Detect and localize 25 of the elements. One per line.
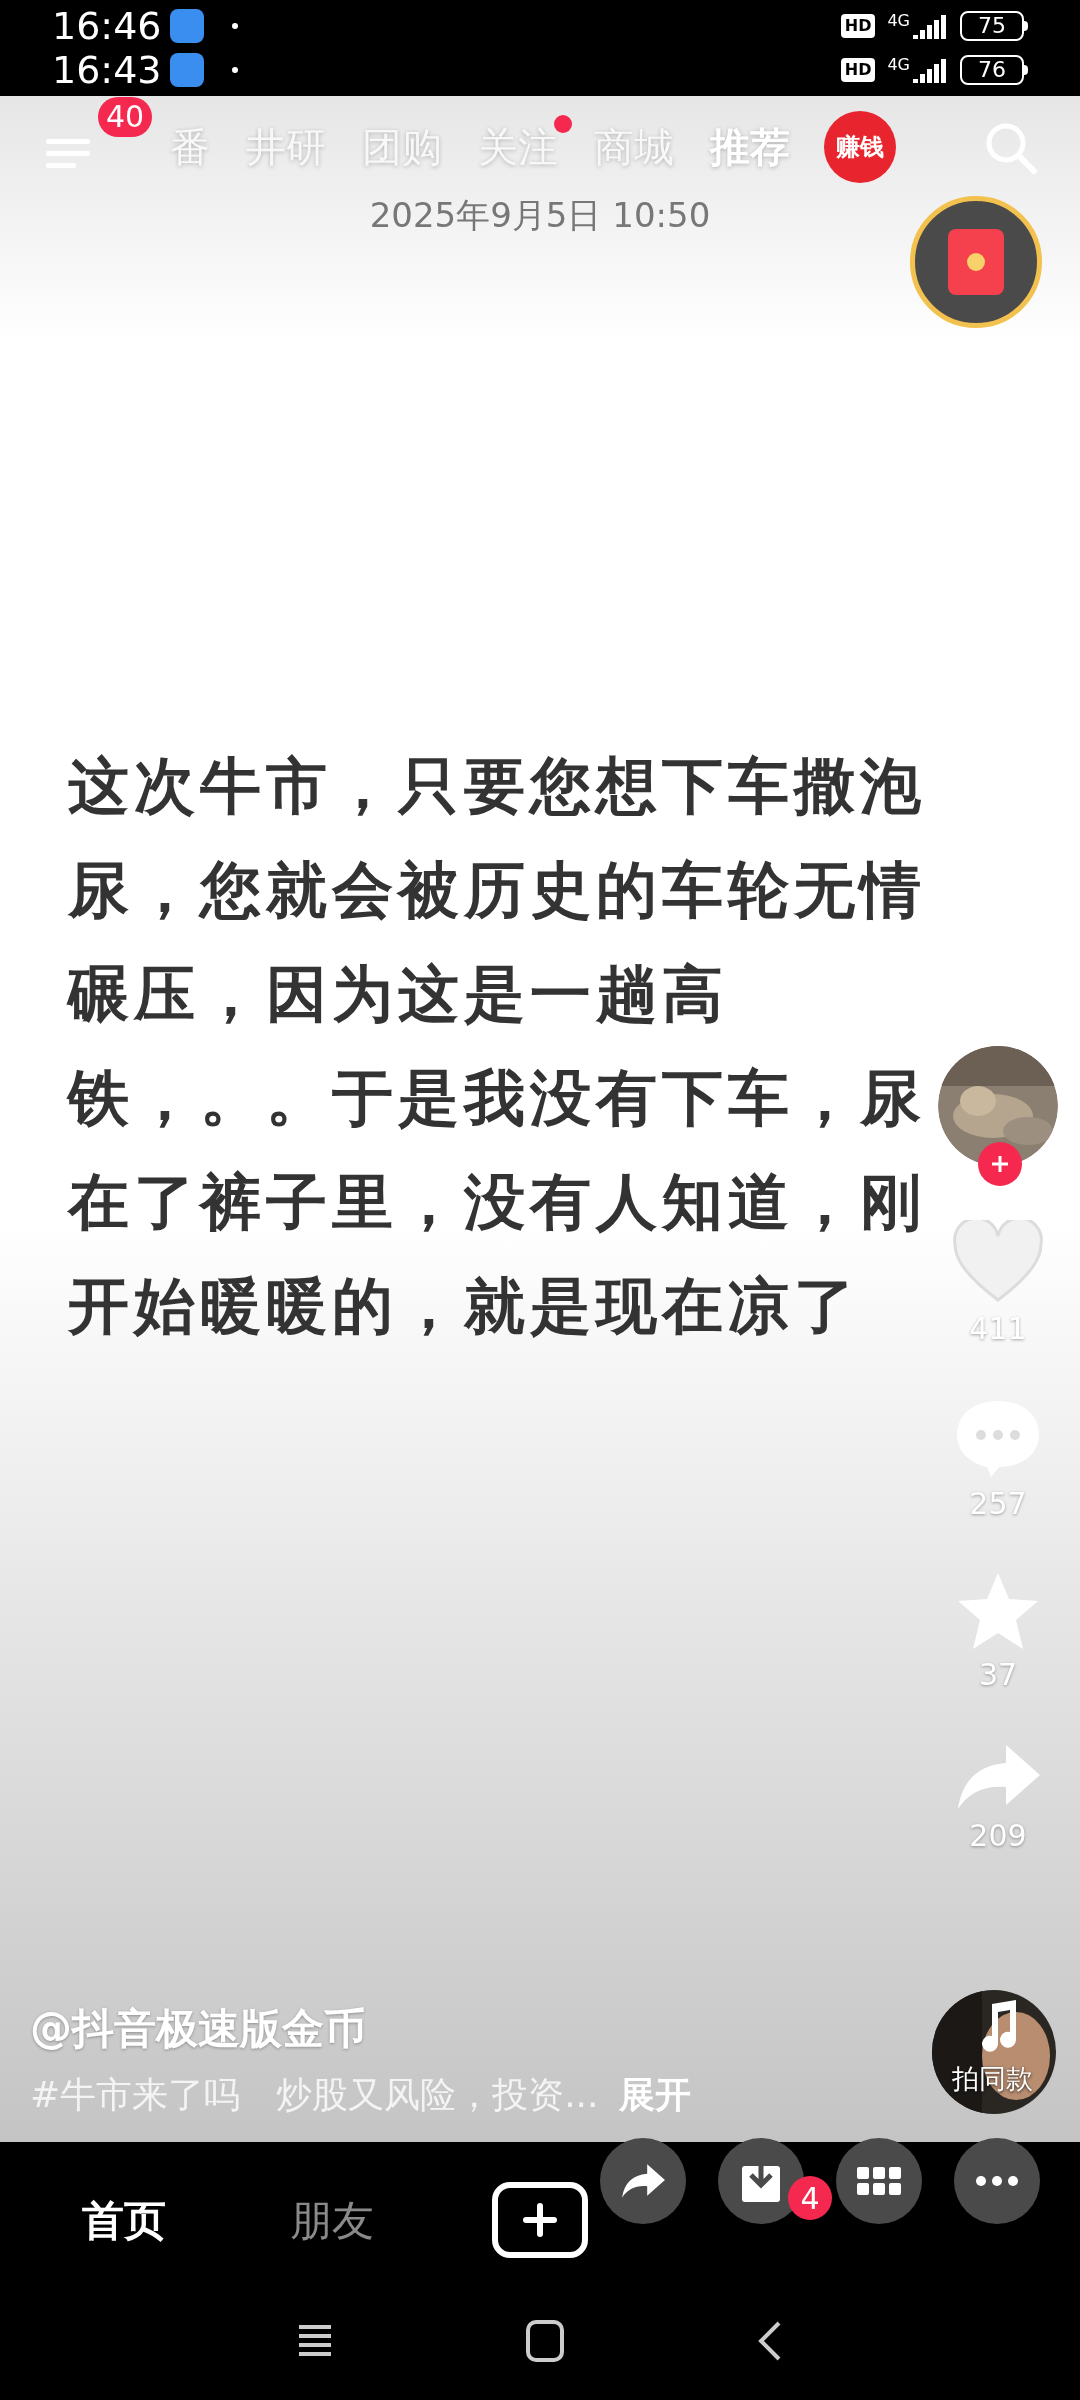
notification-badge: 40 <box>98 97 153 137</box>
post-text: 这次牛市，只要您想下车撒泡尿，您就会被历史的车轮无情碾压，因为这是一趟高铁，。。于是我没有下车，尿在了裤子里，没有人知道，刚开始暖暖的，就是现在凉了 <box>68 748 927 1343</box>
earn-button[interactable]: 赚钱 <box>824 111 896 183</box>
like-count: 411 <box>969 1310 1027 1348</box>
signal-icon <box>912 57 948 83</box>
bottom-tab[interactable]: 首页 <box>82 2188 166 2252</box>
post-date: 2025年9月5日 10:50 <box>369 194 711 237</box>
create-button[interactable] <box>492 2182 588 2258</box>
app-icon <box>169 53 204 87</box>
grid-icon <box>857 2167 901 2195</box>
download-badge: 4 <box>788 2176 832 2220</box>
status-time: 16:46 <box>52 7 162 45</box>
hd-badge: HD <box>840 14 876 38</box>
more-icon <box>975 2176 1019 2186</box>
hd-badge: HD <box>840 58 876 82</box>
network-type: 4G <box>887 13 910 29</box>
app-icon <box>169 9 204 43</box>
status-time: 16:43 <box>52 51 162 89</box>
plus-icon <box>522 2202 558 2238</box>
bottom-tab[interactable]: 朋友 <box>290 2188 374 2252</box>
expand-link[interactable]: 展开 <box>618 2068 691 2122</box>
home-icon[interactable] <box>525 2319 565 2363</box>
signal-icon <box>912 13 948 39</box>
plus-icon <box>989 1153 1011 1175</box>
network-type: 4G <box>887 57 910 73</box>
